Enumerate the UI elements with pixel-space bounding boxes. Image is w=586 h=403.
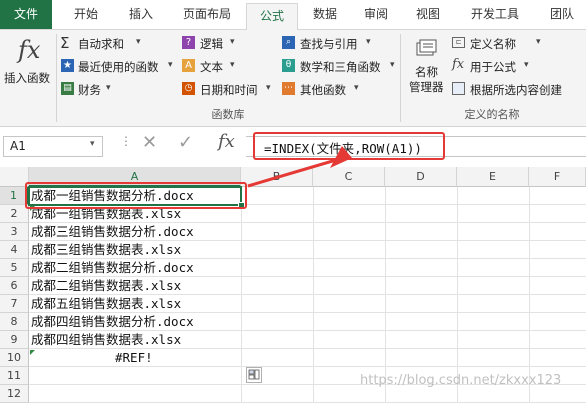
annotation-arrow — [247, 146, 352, 188]
